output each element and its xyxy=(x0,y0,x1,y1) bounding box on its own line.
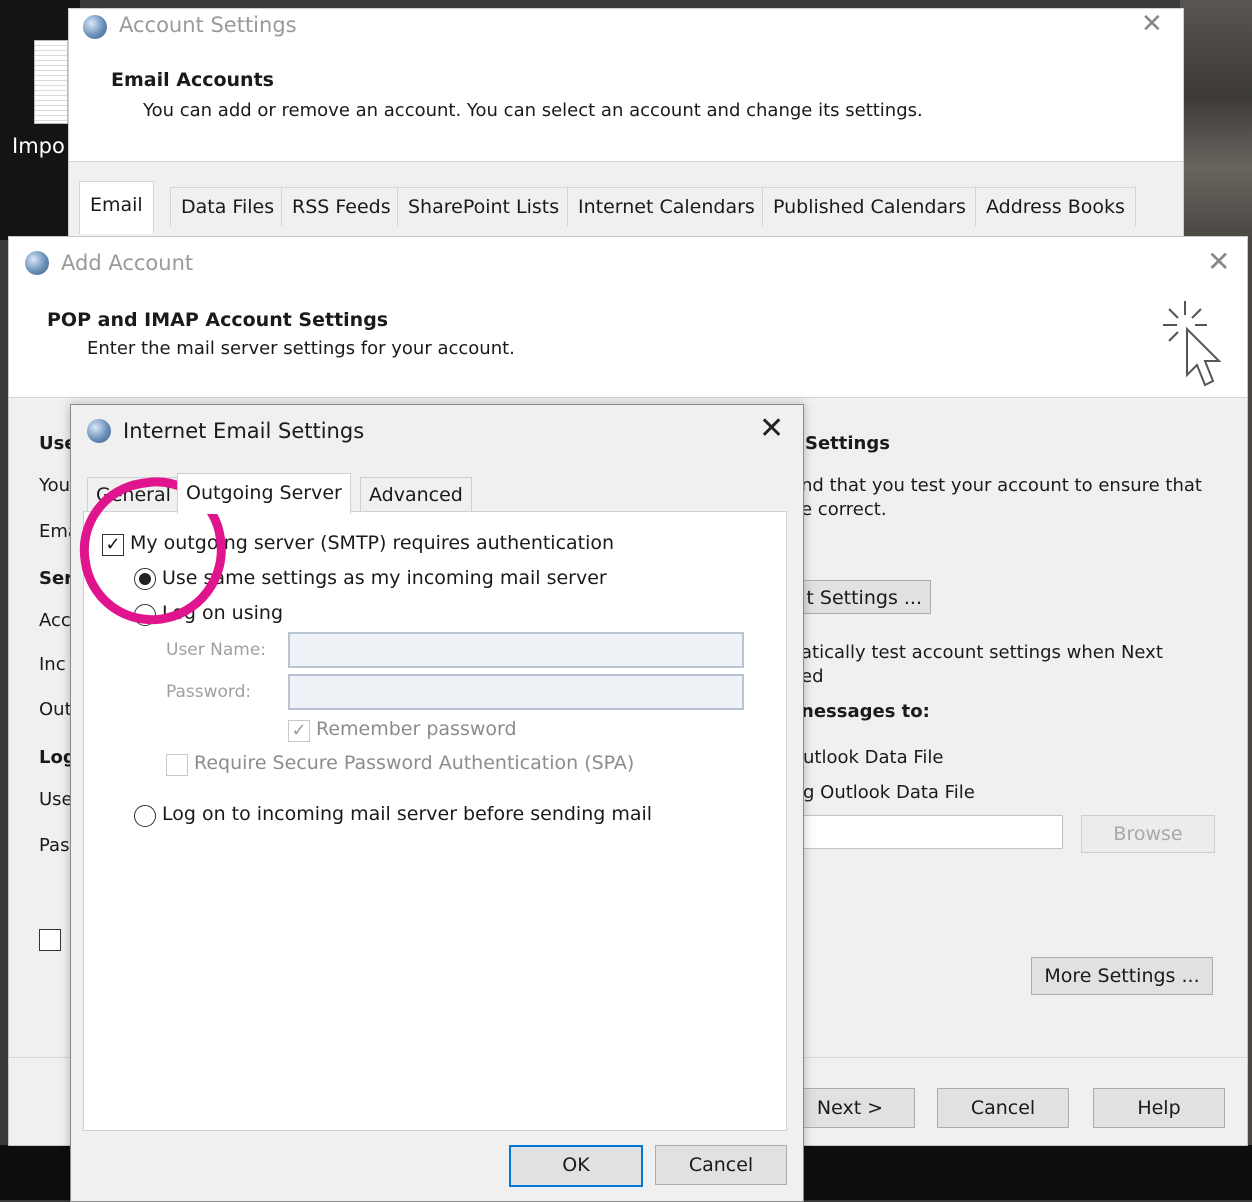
spa-label[interactable]: Require Secure Password Authentication (… xyxy=(194,752,634,774)
tab-sharepoint-lists[interactable]: SharePoint Lists xyxy=(397,187,571,226)
ok-button[interactable]: OK xyxy=(509,1145,643,1187)
tab-advanced[interactable]: Advanced xyxy=(360,477,472,512)
auto-test-line2: ed xyxy=(801,666,824,687)
wizard-cursor-icon xyxy=(1163,301,1222,387)
add-account-header: Add Account ✕ POP and IMAP Account Setti… xyxy=(9,237,1247,398)
outlook-globe-icon xyxy=(25,251,49,275)
section-heading: POP and IMAP Account Settings xyxy=(47,309,389,331)
outlook-globe-icon xyxy=(87,419,111,443)
spa-checkbox[interactable] xyxy=(166,754,188,776)
user-name-label: User Name: xyxy=(166,640,267,660)
tab-data-files[interactable]: Data Files xyxy=(170,187,286,226)
dialog-title: Internet Email Settings xyxy=(123,419,365,443)
account-type-label: Acc xyxy=(39,610,71,631)
new-data-file-option[interactable]: utlook Data File xyxy=(803,747,943,768)
tab-published-calendars[interactable]: Published Calendars xyxy=(762,187,977,226)
desktop-icon-label: Impo xyxy=(12,134,65,158)
deliver-messages-heading: nessages to: xyxy=(801,701,930,722)
log-on-incoming-label[interactable]: Log on to incoming mail server before se… xyxy=(162,803,652,825)
auto-test-line1: atically test account settings when Next xyxy=(801,642,1163,663)
remember-password-label[interactable]: Remember password xyxy=(316,718,517,740)
close-icon[interactable]: ✕ xyxy=(1141,9,1163,39)
password-label: Pas xyxy=(39,835,70,856)
browse-button[interactable]: Browse xyxy=(1081,815,1215,853)
user-name-label: Use xyxy=(39,789,73,810)
desktop-background-right xyxy=(1180,0,1252,240)
tab-internet-calendars[interactable]: Internet Calendars xyxy=(567,187,766,226)
password-input[interactable] xyxy=(288,674,744,710)
remember-checkbox[interactable] xyxy=(39,929,61,951)
your-name-label: You xyxy=(39,475,71,496)
tab-outgoing-server[interactable]: Outgoing Server xyxy=(177,473,351,514)
window-title: Add Account xyxy=(61,251,194,275)
tab-address-books[interactable]: Address Books xyxy=(975,187,1136,226)
outlook-globe-icon xyxy=(83,15,107,39)
cancel-button[interactable]: Cancel xyxy=(655,1145,787,1185)
test-account-settings-button[interactable]: t Settings ... xyxy=(789,580,931,614)
close-icon[interactable]: ✕ xyxy=(1207,245,1230,278)
user-name-input[interactable] xyxy=(288,632,744,668)
account-settings-window: Account Settings ✕ Email Accounts You ca… xyxy=(68,8,1184,242)
test-description-line1: nd that you test your account to ensure … xyxy=(801,475,1202,496)
section-description: You can add or remove an account. You ca… xyxy=(143,100,923,121)
password-label: Password: xyxy=(166,682,252,702)
test-settings-heading: Settings xyxy=(805,433,890,454)
log-on-incoming-radio[interactable] xyxy=(134,805,156,827)
help-button[interactable]: Help xyxy=(1093,1088,1225,1128)
next-button[interactable]: Next > xyxy=(785,1088,915,1128)
cancel-button[interactable]: Cancel xyxy=(937,1088,1069,1128)
document-icon[interactable] xyxy=(34,40,68,124)
section-description: Enter the mail server settings for your … xyxy=(87,338,515,359)
server-info-heading: Ser xyxy=(39,568,74,589)
data-file-path-input[interactable] xyxy=(789,815,1063,849)
existing-data-file-option[interactable]: g Outlook Data File xyxy=(803,782,975,803)
test-description-line2: e correct. xyxy=(801,499,887,520)
window-title: Account Settings xyxy=(119,13,297,37)
tab-rss-feeds[interactable]: RSS Feeds xyxy=(281,187,402,226)
close-icon[interactable]: ✕ xyxy=(759,411,784,446)
tab-email[interactable]: Email xyxy=(79,181,154,234)
remember-password-checkbox[interactable]: ✓ xyxy=(288,720,310,742)
outgoing-server-label: Out xyxy=(39,699,72,720)
incoming-server-label: Inc xyxy=(39,654,66,675)
section-heading: Email Accounts xyxy=(111,69,274,91)
use-same-settings-label[interactable]: Use same settings as my incoming mail se… xyxy=(162,567,607,589)
more-settings-button[interactable]: More Settings ... xyxy=(1031,957,1213,995)
